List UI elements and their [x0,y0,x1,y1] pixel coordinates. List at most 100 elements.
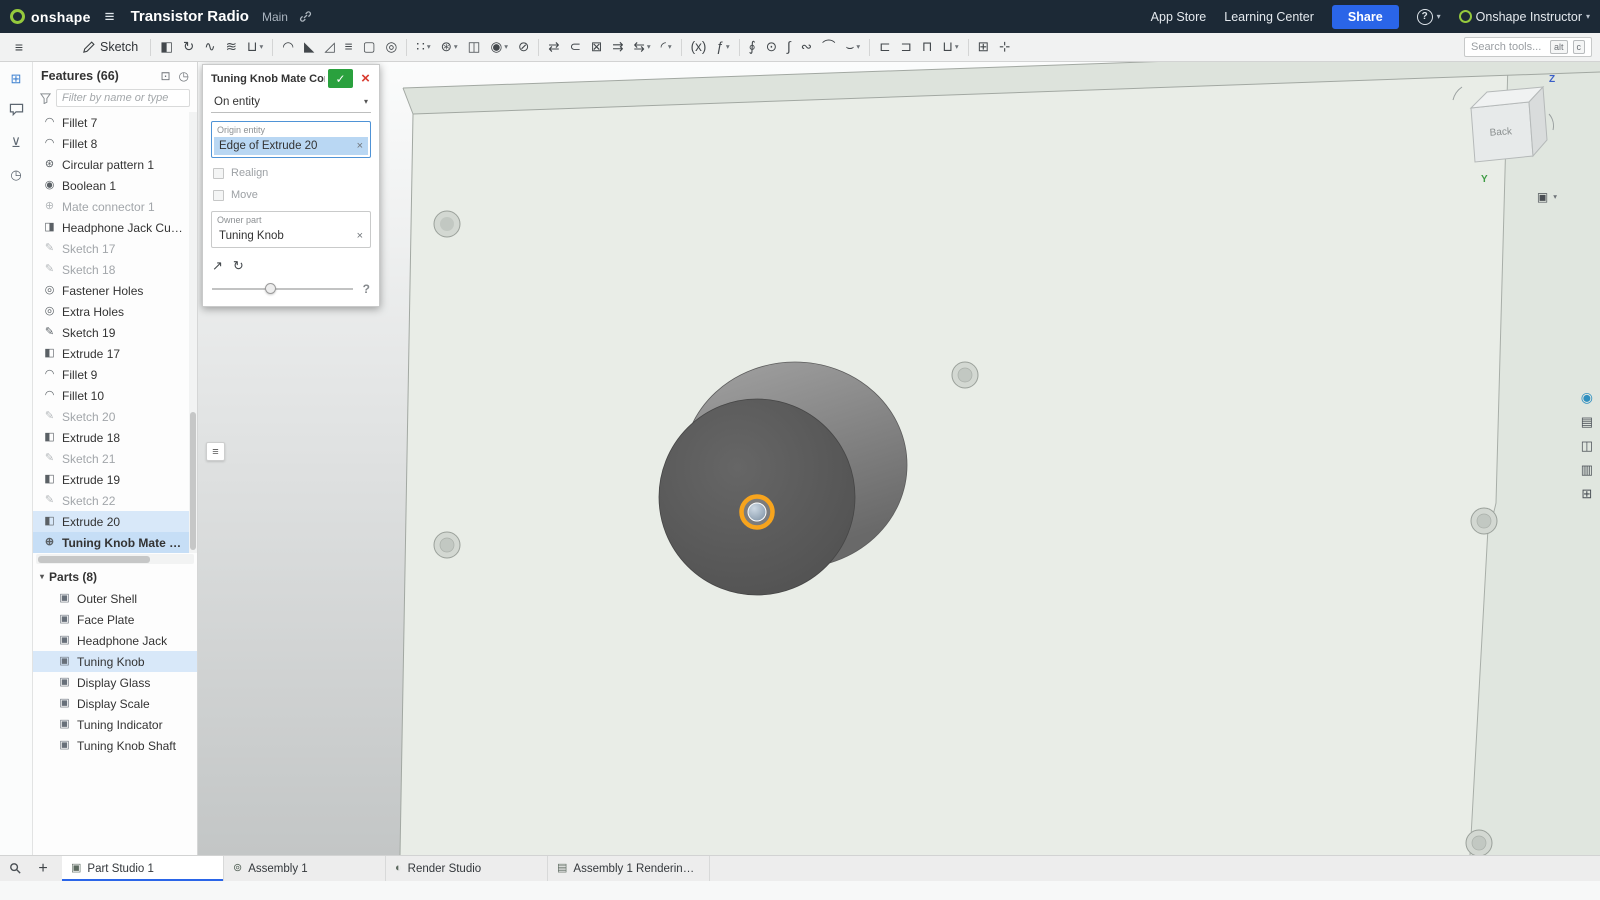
screw-hole[interactable] [1471,508,1497,534]
search-tools-input[interactable] [1471,41,1545,53]
rotate-secondary-axis-icon[interactable]: ↻ [233,258,244,274]
flip-primary-axis-icon[interactable]: ↗ [212,258,223,274]
slider-thumb[interactable] [265,283,276,294]
display-states-icon[interactable]: ▤ [1581,415,1593,428]
draft-tool-button[interactable]: ◿ [319,33,339,61]
move-face-tool-button[interactable]: ⇉ [607,33,628,61]
feature-item[interactable]: ✎Sketch 21 [33,448,197,469]
feature-item[interactable]: ◠Fillet 8 [33,133,197,154]
feature-item[interactable]: ◠Fillet 9 [33,364,197,385]
versions-icon[interactable]: ⊻ [7,134,25,150]
feature-item[interactable]: ◎Extra Holes [33,301,197,322]
rotate-arrow-icon[interactable] [1453,87,1462,100]
rotate-arrow-icon[interactable] [1549,114,1553,130]
feature-item[interactable]: ⊕Mate connector 1 [33,196,197,217]
delete-face-tool-button[interactable]: ⊠ [586,33,607,61]
appearance-sphere-icon[interactable]: ◉ [1581,390,1593,404]
owner-part-selection[interactable]: Tuning Knob × [214,227,368,245]
feature-item[interactable]: ◎Fastener Holes [33,280,197,301]
rib-tool-button[interactable]: ≡ [340,33,358,61]
project-curve-tool-button[interactable]: ⌒ [817,33,841,61]
curve-tool-button[interactable]: ∫ [782,33,796,61]
history-icon[interactable]: ◷ [7,166,25,182]
transform-tool-button[interactable]: ⇄ [543,33,564,61]
sweep-tool-button[interactable]: ∿ [199,33,220,61]
panel-toggle-icon[interactable]: ≡ [8,39,30,55]
feature-item[interactable]: ◠Fillet 7 [33,112,197,133]
share-button[interactable]: Share [1332,5,1399,29]
screw-hole[interactable] [952,362,978,388]
feature-item[interactable]: ✎Sketch 19 [33,322,197,343]
featurescript-tool-button[interactable]: ƒ▾ [711,33,734,61]
app-store-link[interactable]: App Store [1151,10,1207,24]
3d-scene[interactable] [198,62,1600,855]
tab-assembly-1-rendering-j-[interactable]: ▤Assembly 1 Rendering.j... [548,856,710,881]
section-view-icon[interactable]: ◫ [1581,439,1593,452]
feature-item[interactable]: ◧Extrude 19 [33,469,197,490]
part-item[interactable]: ▣Outer Shell [33,588,197,609]
insert-panel-icon[interactable]: ⊞ [7,70,25,86]
scrollbar-thumb[interactable] [190,412,196,550]
loft-tool-button[interactable]: ≋ [221,33,242,61]
circular-pattern-tool-button[interactable]: ⊛▾ [436,33,463,61]
part-item[interactable]: ▣Display Scale [33,693,197,714]
view-settings-icon[interactable]: ⊞ [1581,487,1592,500]
variable-tool-button[interactable]: (x) [686,33,712,61]
modify-fillet-tool-button[interactable]: ◜▾ [656,33,677,61]
screw-hole[interactable] [434,532,460,558]
screw-hole[interactable] [1466,830,1492,855]
entity-mode-select[interactable]: On entity ▾ [211,93,371,113]
part-item[interactable]: ▣Tuning Knob Shaft [33,735,197,756]
onshape-logo[interactable]: onshape [10,9,91,25]
feature-item[interactable]: ◧Extrude 20 [33,511,197,532]
search-tabs-icon[interactable] [0,856,30,881]
tab-render-studio[interactable]: ◐Render Studio [386,856,548,881]
bridging-curve-tool-button[interactable]: ⌣▾ [841,33,866,61]
offset-surface-tool-button[interactable]: ⊂ [565,33,586,61]
tab-assembly-1[interactable]: ⊚Assembly 1 [224,856,386,881]
help-menu[interactable]: ? ▾ [1417,9,1441,25]
feature-item[interactable]: ◧Extrude 17 [33,343,197,364]
feature-item[interactable]: ⊛Circular pattern 1 [33,154,197,175]
part-item[interactable]: ▣Headphone Jack [33,630,197,651]
sheet-metal-corner-tool-button[interactable]: ⊔▾ [937,33,963,61]
feature-item[interactable]: ⊕Tuning Knob Mate Co... [33,532,197,553]
split-tool-button[interactable]: ⊘ [513,33,534,61]
feature-item[interactable]: ◨Headphone Jack Cutout [33,217,197,238]
replace-face-tool-button[interactable]: ⇆▾ [629,33,656,61]
feature-item[interactable]: ◉Boolean 1 [33,175,197,196]
sheet-metal-tab-tool-button[interactable]: ⊓ [917,33,938,61]
part-item[interactable]: ▣Tuning Knob [33,651,197,672]
history-icon[interactable]: ◷ [179,70,189,82]
revolve-tool-button[interactable]: ↻ [178,33,199,61]
sketch-button[interactable]: Sketch [74,38,146,56]
hole-tool-button[interactable]: ◎ [380,33,402,61]
branch-name[interactable]: Main [262,10,288,24]
3d-viewport[interactable]: Back Z Y ▣ ▾ ◉▤◫▥⊞ ≡ Tuning Knob Mate Co… [198,62,1600,855]
remove-selection-icon[interactable]: × [357,230,363,242]
part-item[interactable]: ▣Face Plate [33,609,197,630]
share-link-icon[interactable] [299,10,312,23]
part-item[interactable]: ▣Tuning Indicator [33,714,197,735]
feature-item[interactable]: ✎Sketch 17 [33,238,197,259]
shell-tool-button[interactable]: ▢ [358,33,381,61]
main-menu-icon[interactable]: ≡ [99,8,121,25]
fit-spline-tool-button[interactable]: ∾ [796,33,817,61]
view-cube[interactable]: Back Z Y ▣ ▾ [1443,68,1563,204]
point-tool-button[interactable]: ⊙ [761,33,782,61]
feature-item[interactable]: ◧Extrude 18 [33,427,197,448]
thicken-tool-button[interactable]: ⊔▾ [242,33,268,61]
chamfer-tool-button[interactable]: ◣ [299,33,319,61]
face-plate-face[interactable] [400,72,1600,855]
features-filter-input[interactable] [56,89,190,107]
remove-selection-icon[interactable]: × [357,140,363,152]
popout-panel-icon[interactable]: ⊡ [160,70,170,82]
flange-tool-button[interactable]: ⊐ [896,33,917,61]
owner-part-field[interactable]: Owner part Tuning Knob × [211,211,371,248]
feature-list-hscrollbar[interactable] [36,554,194,564]
account-menu[interactable]: Onshape Instructor ▾ [1459,10,1590,24]
named-views-icon[interactable]: ▥ [1581,463,1593,476]
feature-item[interactable]: ✎Sketch 20 [33,406,197,427]
feature-list-scrollbar[interactable] [189,112,197,553]
boolean-tool-button[interactable]: ◉▾ [485,33,513,61]
